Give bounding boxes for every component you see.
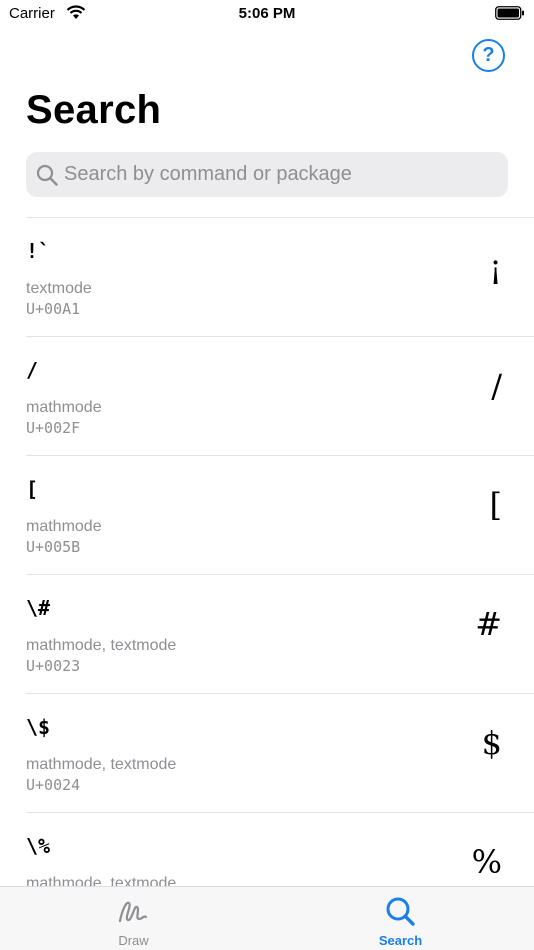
tab-draw[interactable]: Draw xyxy=(0,887,267,950)
command-modes: textmode xyxy=(26,280,92,297)
results-list: !` textmode U+00A1 ¡ / mathmode U+002F /… xyxy=(26,217,534,886)
command-modes: mathmode, textmode xyxy=(26,756,177,773)
draw-icon xyxy=(118,901,148,923)
command-name: \# xyxy=(26,596,51,620)
unicode-code: U+00A1 xyxy=(26,300,81,318)
list-item[interactable]: [ mathmode U+005B [ xyxy=(26,455,534,574)
command-name: [ xyxy=(26,477,39,501)
command-modes: mathmode, textmode xyxy=(26,637,177,654)
command-modes: mathmode xyxy=(26,518,102,535)
list-item[interactable]: \% mathmode, textmode % xyxy=(26,812,534,886)
symbol-glyph: # xyxy=(475,605,502,643)
battery-icon xyxy=(495,6,524,20)
symbol-glyph: $ xyxy=(481,724,502,762)
command-name: \$ xyxy=(26,715,51,739)
command-name: !` xyxy=(26,239,51,263)
tab-bar: Draw Search xyxy=(0,886,534,950)
search-bar[interactable] xyxy=(26,152,508,197)
help-icon: ? xyxy=(482,44,495,66)
tab-draw-label: Draw xyxy=(118,933,149,948)
status-bar: Carrier 5:06 PM xyxy=(0,0,534,28)
search-input[interactable] xyxy=(64,152,494,197)
help-button[interactable]: ? xyxy=(472,39,505,72)
symbol-glyph: [ xyxy=(489,486,502,524)
unicode-code: U+005B xyxy=(26,538,81,556)
command-modes: mathmode xyxy=(26,399,102,416)
search-icon xyxy=(386,897,415,926)
page-title: Search xyxy=(26,88,162,132)
list-item[interactable]: !` textmode U+00A1 ¡ xyxy=(26,217,534,336)
list-item[interactable]: \$ mathmode, textmode U+0024 $ xyxy=(26,693,534,812)
command-name: / xyxy=(26,358,39,382)
tab-search[interactable]: Search xyxy=(267,887,534,950)
tab-search-label: Search xyxy=(378,933,423,948)
command-modes: mathmode, textmode xyxy=(26,875,177,886)
list-item[interactable]: / mathmode U+002F / xyxy=(26,336,534,455)
status-time: 5:06 PM xyxy=(238,5,296,22)
unicode-code: U+0023 xyxy=(26,657,81,675)
symbol-glyph: / xyxy=(491,367,502,405)
search-icon xyxy=(36,164,58,186)
command-name: \% xyxy=(26,834,51,858)
unicode-code: U+0024 xyxy=(26,776,81,794)
symbol-glyph: ¡ xyxy=(489,248,502,286)
symbol-glyph: % xyxy=(471,843,502,881)
unicode-code: U+002F xyxy=(26,419,81,437)
list-item[interactable]: \# mathmode, textmode U+0023 # xyxy=(26,574,534,693)
